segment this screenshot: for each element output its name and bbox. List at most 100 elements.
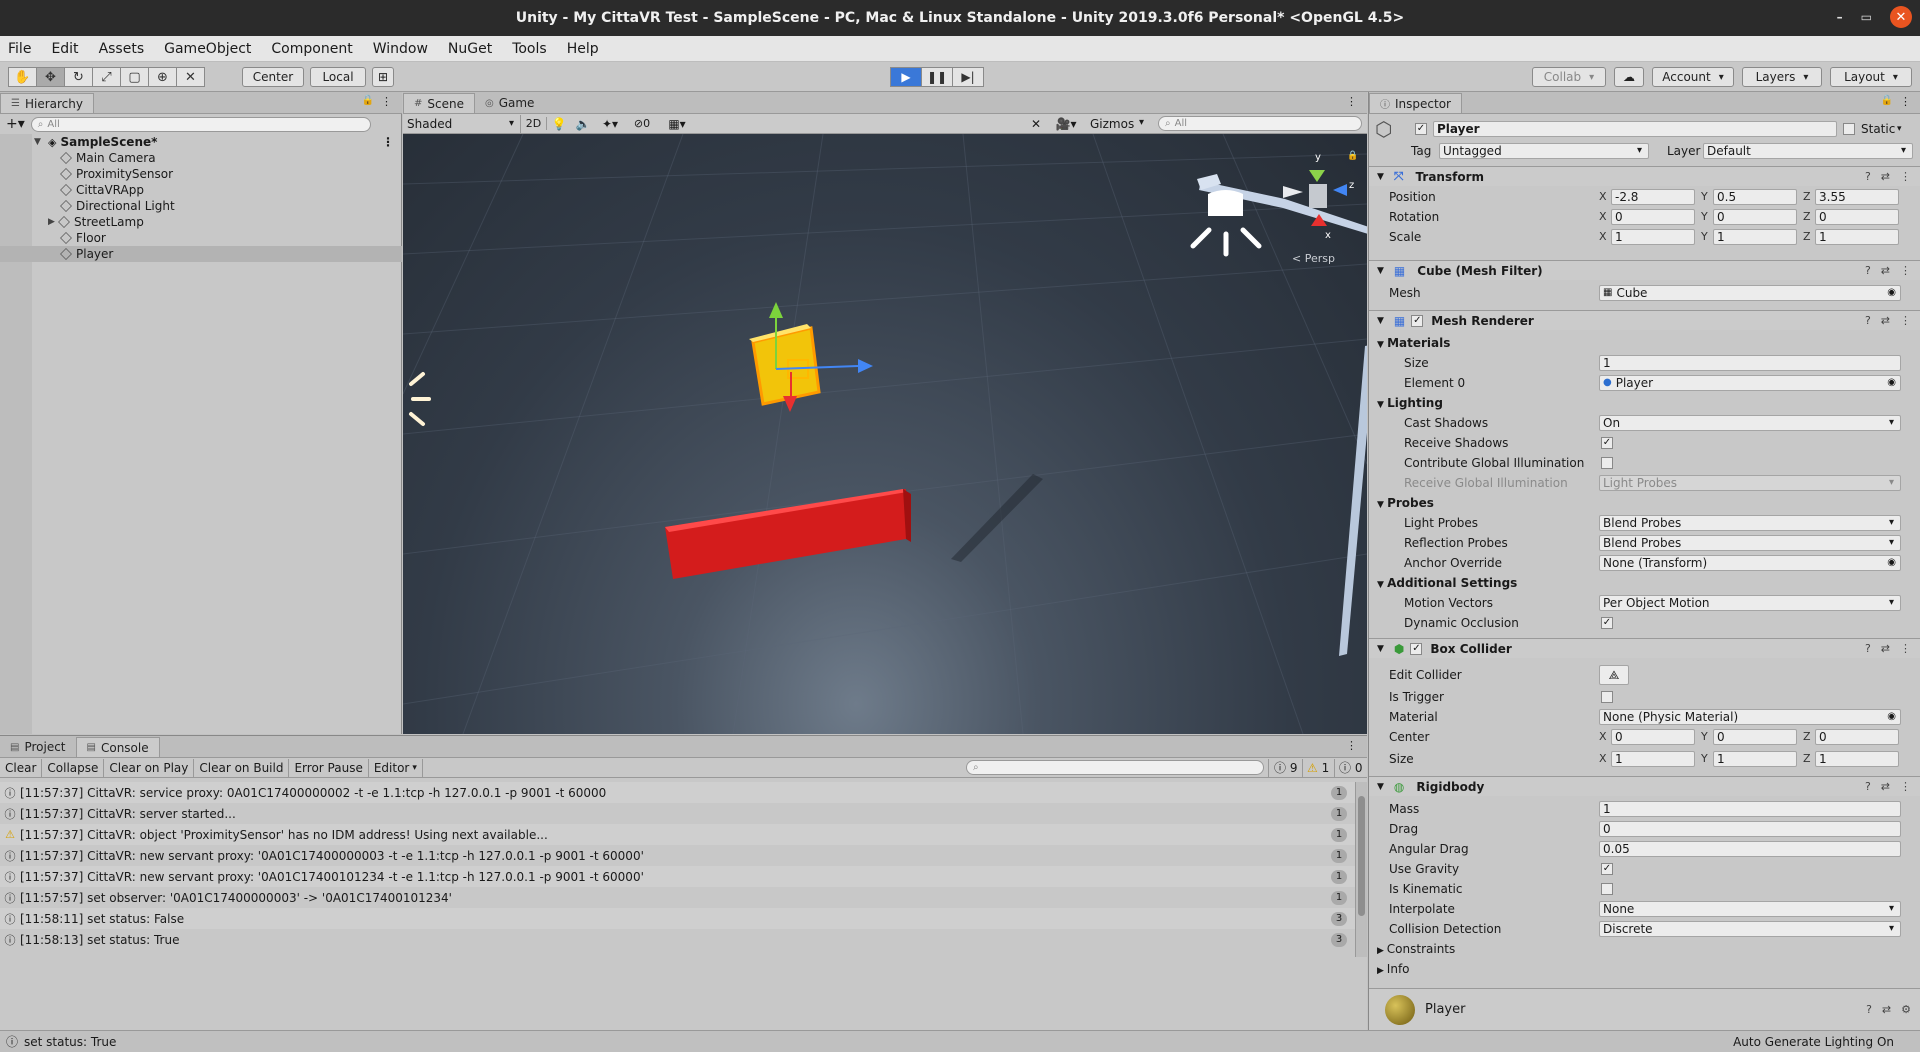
constraints-section[interactable]: Constraints [1369,940,1920,957]
component-menu-icon[interactable]: ⋮ [1900,170,1911,183]
warning-filter-toggle[interactable]: ⚠ 1 [1302,758,1336,777]
layer-dropdown[interactable]: Default [1703,142,1913,159]
use-gravity-checkbox[interactable]: ✓ [1601,862,1613,875]
preset-icon[interactable]: ⇄ [1882,1003,1891,1016]
object-picker-icon[interactable]: ◉ [1887,287,1896,298]
materials-size-field[interactable]: 1 [1599,354,1901,371]
scene-root[interactable]: ▼ ◈ SampleScene* ⋮ [0,134,402,150]
fold-closed-icon[interactable]: ▶ [48,217,58,227]
cast-shadows-dropdown[interactable]: On [1599,414,1901,431]
box-collider-header[interactable]: ▼ ⬢ ✓ Box Collider ? ⇄ ⋮ [1369,638,1920,658]
more-menu-icon[interactable]: ⋮ [1900,95,1911,108]
rotation-y-field[interactable]: 0 [1713,208,1797,225]
menu-edit[interactable]: Edit [51,41,78,57]
log-entry[interactable]: ⓘ [11:57:37] CittaVR: server started... 1 [0,803,1355,824]
preset-icon[interactable]: ⇄ [1881,780,1890,793]
material-preview-header[interactable]: Player ? ⇄ ⚙ [1369,988,1920,1030]
hierarchy-item-player[interactable]: Player [0,246,402,262]
minimize-icon[interactable]: – [1837,10,1843,24]
drag-field[interactable]: 0 [1599,820,1901,837]
rotation-z-field[interactable]: 0 [1815,208,1899,225]
transform-header[interactable]: ▼ ⤧ Transform ? ⇄ ⋮ [1369,166,1920,186]
effects-dropdown-icon[interactable]: ✦▾ [595,117,625,131]
scale-y-field[interactable]: 1 [1713,228,1797,245]
materials-section[interactable]: Materials [1369,334,1920,351]
clear-button[interactable]: Clear [0,758,43,777]
help-icon[interactable]: ? [1865,642,1871,655]
collision-detection-dropdown[interactable]: Discrete [1599,920,1901,937]
angular-drag-field[interactable]: 0.05 [1599,840,1901,857]
menu-help[interactable]: Help [567,41,599,57]
mesh-renderer-enabled-checkbox[interactable]: ✓ [1411,314,1424,327]
additional-settings-section[interactable]: Additional Settings [1369,574,1920,591]
pivot-local-button[interactable]: Local [310,67,366,87]
help-icon[interactable]: ? [1865,780,1871,793]
menu-assets[interactable]: Assets [99,41,145,57]
position-y-field[interactable]: 0.5 [1713,188,1797,205]
lock-icon[interactable]: 🔒 [1881,95,1893,106]
error-filter-toggle[interactable]: ⓘ 0 [1334,759,1367,777]
shading-dropdown[interactable]: Shaded [403,114,521,133]
light-probes-dropdown[interactable]: Blend Probes [1599,514,1901,531]
collapse-button[interactable]: Collapse [42,758,105,777]
fold-open-icon[interactable]: ▼ [1377,172,1384,182]
tab-inspector[interactable]: ⓘ Inspector [1369,93,1462,113]
menu-gameobject[interactable]: GameObject [164,41,251,57]
transform-tool-icon[interactable]: ⊕ [148,67,177,87]
center-x-field[interactable]: 0 [1611,728,1695,745]
fold-open-icon[interactable]: ▼ [1377,266,1384,276]
static-dropdown-icon[interactable]: ▾ [1897,124,1902,134]
preset-icon[interactable]: ⇄ [1881,264,1890,277]
component-menu-icon[interactable]: ⋮ [1900,264,1911,277]
probes-section[interactable]: Probes [1369,494,1920,511]
active-checkbox[interactable]: ✓ [1415,123,1427,135]
object-picker-icon[interactable]: ◉ [1887,711,1896,722]
rect-tool-icon[interactable]: ▢ [120,67,149,87]
fold-open-icon[interactable]: ▼ [1377,782,1384,792]
collab-button[interactable]: Collab [1532,67,1606,87]
info-section[interactable]: Info [1369,960,1920,977]
element0-field[interactable]: ● Player ◉ [1599,374,1901,391]
tab-console[interactable]: ▤ Console [75,737,160,757]
tab-game[interactable]: ◎ Game [475,93,544,113]
preset-icon[interactable]: ⇄ [1881,642,1890,655]
account-dropdown[interactable]: Account [1652,67,1734,87]
receive-shadows-checkbox[interactable]: ✓ [1601,436,1613,449]
hierarchy-item-streetlamp[interactable]: ▶ StreetLamp [0,214,402,230]
edit-collider-button[interactable]: ⟁ [1599,665,1629,685]
menu-component[interactable]: Component [271,41,352,57]
hidden-objects-toggle[interactable]: ⊘0 [625,117,659,130]
mesh-object-field[interactable]: ▦ Cube ◉ [1599,284,1901,301]
hierarchy-item-floor[interactable]: Floor [0,230,402,246]
scrollbar-thumb[interactable] [1358,796,1365,916]
preset-icon[interactable]: ⇄ [1881,170,1890,183]
hand-tool-icon[interactable]: ✋ [8,67,37,87]
size-x-field[interactable]: 1 [1611,750,1695,767]
menu-file[interactable]: File [8,41,31,57]
fold-open-icon[interactable]: ▼ [1377,644,1384,654]
pause-icon[interactable]: ❚❚ [921,67,953,87]
center-z-field[interactable]: 0 [1815,728,1899,745]
info-filter-toggle[interactable]: ⓘ 9 [1268,758,1304,777]
editor-dropdown[interactable]: Editor ▾ [369,758,423,777]
log-entry[interactable]: ⓘ [11:57:37] CittaVR: service proxy: 0A01… [0,782,1355,803]
settings-icon[interactable]: ⚙ [1901,1003,1911,1016]
lock-icon[interactable]: 🔒 [362,95,374,106]
hierarchy-item-cittavrapp[interactable]: CittaVRApp [0,182,402,198]
rigidbody-header[interactable]: ▼ ◍ Rigidbody ? ⇄ ⋮ [1369,776,1920,796]
help-icon[interactable]: ? [1865,170,1871,183]
pivot-center-button[interactable]: Center [242,67,304,87]
position-x-field[interactable]: -2.8 [1611,188,1695,205]
position-z-field[interactable]: 3.55 [1815,188,1899,205]
log-entry[interactable]: ⓘ [11:58:11] set status: False 3 [0,908,1355,929]
clear-on-build-button[interactable]: Clear on Build [194,758,290,777]
more-menu-icon[interactable]: ⋮ [1346,95,1357,108]
log-entry[interactable]: ⚠ [11:57:37] CittaVR: object 'ProximitySe… [0,824,1355,845]
hierarchy-item-proximitysensor[interactable]: ProximitySensor [0,166,402,182]
scene-menu-icon[interactable]: ⋮ [382,135,394,149]
camera-icon[interactable]: 🎥▾ [1051,117,1081,131]
object-name-field[interactable]: Player [1433,121,1837,137]
audio-toggle-icon[interactable]: 🔈 [571,117,595,131]
scale-x-field[interactable]: 1 [1611,228,1695,245]
snap-icon[interactable]: ⊞ [372,67,394,87]
